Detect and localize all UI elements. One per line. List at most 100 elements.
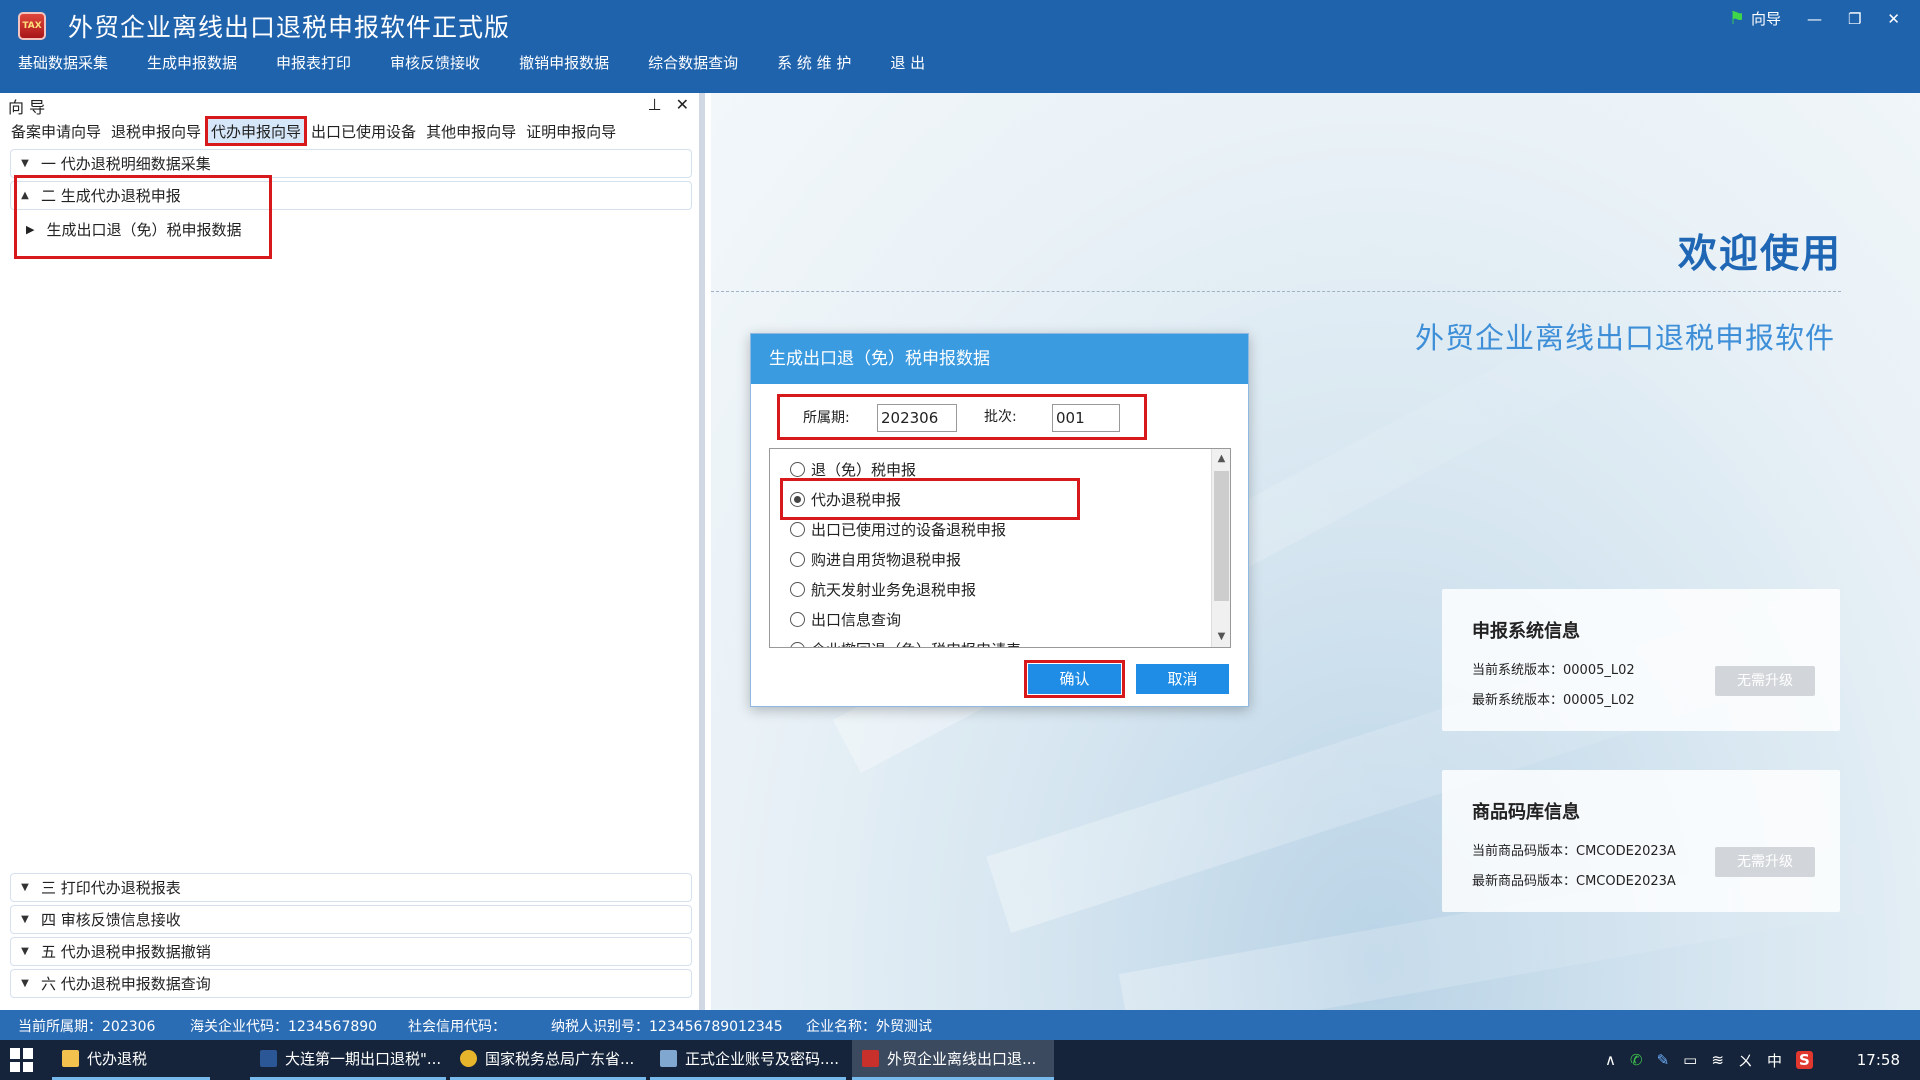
batch-input[interactable]: 001 [1052, 404, 1120, 432]
tree-section-print[interactable]: ▼ 三 打印代办退税报表 [10, 873, 692, 902]
close-button[interactable]: ✕ [1887, 10, 1900, 28]
tree-section-revoke[interactable]: ▼ 五 代办退税申报数据撤销 [10, 937, 692, 966]
menu-basic-data[interactable]: 基础数据采集 [18, 52, 108, 73]
volume-muted-icon[interactable]: ㄨ [1738, 1050, 1753, 1071]
tab-other-guide[interactable]: 其他申报向导 [421, 117, 521, 145]
radio-checked-icon [790, 492, 805, 507]
tab-certificate-guide[interactable]: 证明申报向导 [521, 117, 621, 145]
option-withdraw-application[interactable]: 企业撤回退（免）税申报申请表 [790, 639, 1021, 647]
radio-icon [790, 582, 805, 597]
menu-generate-data[interactable]: 生成申报数据 [147, 52, 237, 73]
task-folder[interactable]: 代办退税 [52, 1040, 210, 1080]
panel-title: 向 导 [8, 98, 46, 117]
system-upgrade-button[interactable]: 无需升级 [1715, 666, 1815, 696]
window-controls: ⚑ 向导 — ❐ ✕ [1729, 8, 1900, 29]
current-system-version: 当前系统版本：00005_L02 [1472, 663, 1635, 678]
status-taxpayer-id: 纳税人识别号：123456789012345 [551, 1019, 783, 1035]
card-title: 商品码库信息 [1472, 802, 1580, 823]
tab-agency-guide[interactable]: 代办申报向导 [205, 116, 308, 146]
tree-item-generate-refund-data[interactable]: ▶ 生成出口退（免）税申报数据 [26, 219, 241, 240]
menu-revoke[interactable]: 撤销申报数据 [519, 52, 609, 73]
welcome-title: 欢迎使用 [1677, 232, 1842, 277]
option-space-launch[interactable]: 航天发射业务免退税申报 [790, 579, 976, 600]
generate-refund-data-dialog: 生成出口退（免）税申报数据 所属期: 202306 批次: 001 退（免）税申… [750, 333, 1249, 707]
menu-query[interactable]: 综合数据查询 [648, 52, 738, 73]
code-upgrade-button[interactable]: 无需升级 [1715, 847, 1815, 877]
latest-code-version: 最新商品码版本：CMCODE2023A [1472, 874, 1676, 889]
latest-system-version: 最新系统版本：00005_L02 [1472, 693, 1635, 708]
task-chrome[interactable]: 国家税务总局广东省... [450, 1040, 646, 1080]
word-icon [260, 1050, 277, 1067]
tree-section-label: 三 打印代办退税报表 [41, 879, 181, 897]
task-tax-software[interactable]: 外贸企业离线出口退... [852, 1040, 1054, 1080]
option-used-equipment[interactable]: 出口已使用过的设备退税申报 [790, 519, 1006, 540]
wechat-icon[interactable]: ✆ [1630, 1051, 1643, 1069]
cancel-button[interactable]: 取消 [1136, 664, 1229, 694]
tree-section-feedback[interactable]: ▼ 四 审核反馈信息接收 [10, 905, 692, 934]
current-code-version: 当前商品码版本：CMCODE2023A [1472, 844, 1676, 859]
menu-feedback[interactable]: 审核反馈接收 [390, 52, 480, 73]
windows-start-icon[interactable] [10, 1048, 34, 1072]
status-company-name: 企业名称：外贸测试 [806, 1019, 932, 1035]
minimize-button[interactable]: — [1807, 10, 1822, 28]
app-title: 外贸企业离线出口退税申报软件正式版 [68, 13, 511, 42]
panel-close-icon[interactable]: ✕ [676, 95, 689, 114]
card-title: 申报系统信息 [1472, 621, 1580, 642]
scroll-down-icon[interactable]: ▼ [1212, 627, 1230, 647]
tab-filing-guide[interactable]: 备案申请向导 [6, 117, 106, 145]
pin-icon[interactable]: ⊥ [648, 95, 662, 114]
expand-arrow-icon: ▼ [21, 882, 29, 893]
option-refund-declaration[interactable]: 退（免）税申报 [790, 459, 916, 480]
welcome-subtitle: 外贸企业离线出口退税申报软件 [1414, 321, 1835, 355]
menu-system[interactable]: 系 统 维 护 [777, 52, 851, 73]
wifi-icon[interactable]: ≋ [1711, 1051, 1724, 1069]
tree-item-label: 生成出口退（免）税申报数据 [46, 221, 242, 239]
tree-section-generate[interactable]: ▲ 二 生成代办退税申报 [10, 181, 692, 210]
code-library-card: 商品码库信息 当前商品码版本：CMCODE2023A 最新商品码版本：CMCOD… [1442, 770, 1840, 912]
system-info-card: 申报系统信息 当前系统版本：00005_L02 最新系统版本：00005_L02… [1442, 589, 1840, 731]
tab-refund-guide[interactable]: 退税申报向导 [106, 117, 206, 145]
notepad-icon [660, 1050, 677, 1067]
menu-print-forms[interactable]: 申报表打印 [276, 52, 351, 73]
tree-section-query[interactable]: ▼ 六 代办退税申报数据查询 [10, 969, 692, 998]
expand-arrow-icon: ▼ [21, 978, 29, 989]
period-label: 所属期: [803, 410, 850, 426]
period-input[interactable]: 202306 [877, 404, 957, 432]
tree-section-collect[interactable]: ▼ 一 代办退税明细数据采集 [10, 149, 692, 178]
tax-app-icon [862, 1050, 879, 1067]
pen-icon[interactable]: ✎ [1657, 1051, 1670, 1069]
expand-arrow-icon: ▼ [21, 946, 29, 957]
title-bar: TAX 外贸企业离线出口退税申报软件正式版 ⚑ 向导 — ❐ ✕ 基础数据采集 … [0, 0, 1920, 93]
status-period: 当前所属期：202306 [18, 1019, 156, 1035]
tray-expand-icon[interactable]: ∧ [1605, 1051, 1616, 1069]
tab-used-equipment[interactable]: 出口已使用设备 [306, 117, 421, 145]
expand-arrow-icon: ▼ [21, 914, 29, 925]
guide-label: 向导 [1750, 10, 1781, 28]
sogou-icon[interactable]: S [1795, 1051, 1813, 1069]
list-scrollbar[interactable]: ▲ ▼ [1211, 449, 1230, 647]
menu-bar: 基础数据采集 生成申报数据 申报表打印 审核反馈接收 撤销申报数据 综合数据查询… [18, 52, 964, 73]
tree-section-label: 一 代办退税明细数据采集 [41, 155, 211, 173]
task-notepad[interactable]: 正式企业账号及密码.... [650, 1040, 846, 1080]
radio-icon [790, 642, 805, 647]
scroll-thumb[interactable] [1214, 471, 1229, 601]
clock[interactable]: 17:58 [1857, 1051, 1900, 1069]
radio-icon [790, 552, 805, 567]
flag-icon: ⚑ [1728, 8, 1745, 29]
radio-icon [790, 612, 805, 627]
divider [711, 291, 1841, 292]
tree-section-label: 五 代办退税申报数据撤销 [41, 943, 211, 961]
input-method-icon[interactable]: 中 [1767, 1050, 1782, 1071]
option-purchased-goods[interactable]: 购进自用货物退税申报 [790, 549, 961, 570]
scroll-up-icon[interactable]: ▲ [1212, 449, 1230, 469]
dialog-title: 生成出口退（免）税申报数据 [751, 334, 1248, 384]
task-word-document[interactable]: 大连第一期出口退税"... [250, 1040, 446, 1080]
option-agency-refund[interactable]: 代办退税申报 [790, 489, 901, 510]
battery-icon[interactable]: ▭ [1683, 1051, 1697, 1069]
confirm-button[interactable]: 确认 [1028, 664, 1121, 694]
restore-button[interactable]: ❐ [1848, 10, 1861, 28]
option-export-info-query[interactable]: 出口信息查询 [790, 609, 901, 630]
guide-button[interactable]: ⚑ 向导 [1729, 8, 1781, 29]
menu-exit[interactable]: 退 出 [890, 52, 925, 73]
panel-header: 向 导 ⊥ ✕ [0, 93, 699, 119]
